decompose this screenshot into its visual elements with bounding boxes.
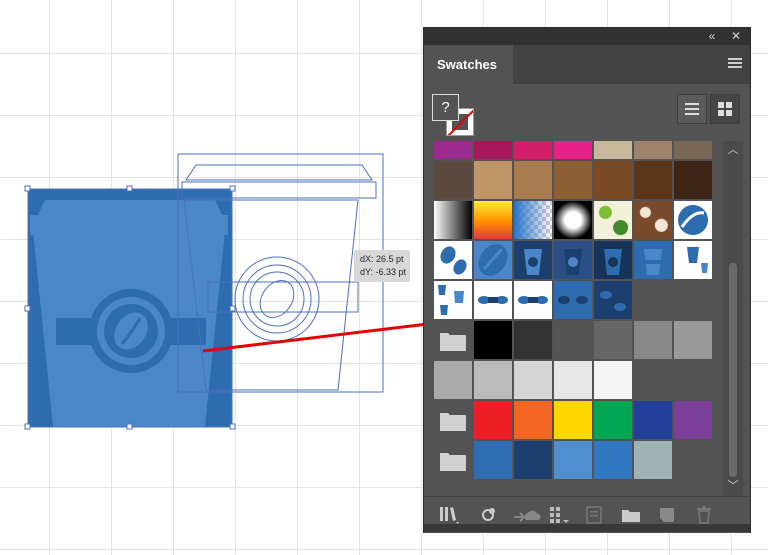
pattern-swatch-pattern-bean-navy[interactable]	[594, 281, 632, 319]
pattern-swatch-gradient-blue-check[interactable]	[514, 201, 552, 239]
pattern-swatch-cups-row[interactable]	[434, 281, 472, 319]
panel-tab-row: Swatches	[424, 45, 750, 84]
pattern-swatch-pattern-swirl[interactable]	[634, 201, 672, 239]
pattern-swatch-gradient-gray[interactable]	[434, 201, 472, 239]
swatch-gray[interactable]	[514, 321, 552, 359]
list-view-icon	[685, 103, 699, 115]
place-swatch-icon[interactable]	[478, 505, 500, 525]
collapse-panel-button[interactable]: «	[704, 29, 720, 43]
color-group-folder-icon[interactable]	[434, 401, 472, 439]
swatch-bright[interactable]	[594, 401, 632, 439]
swatch-options-icon[interactable]	[584, 505, 606, 525]
pattern-swatch-cup-blue[interactable]	[514, 241, 552, 279]
panel-horizontal-scroll[interactable]	[424, 524, 750, 532]
tab-swatches[interactable]: Swatches	[424, 45, 513, 84]
pattern-swatch-pattern-bean-blue[interactable]	[514, 281, 552, 319]
color-group-folder-icon[interactable]	[434, 441, 472, 479]
pattern-swatch-pattern-bean-blue[interactable]	[474, 281, 512, 319]
swatch-gray[interactable]	[554, 361, 592, 399]
scroll-thumb[interactable]	[729, 263, 737, 477]
pattern-swatch-cup-bean-dark[interactable]	[554, 241, 592, 279]
swatch-bright[interactable]	[514, 401, 552, 439]
fill-swatch[interactable]: ?	[432, 94, 459, 121]
pattern-swatch-gradient-orange[interactable]	[474, 201, 512, 239]
swatch-scrollbar[interactable]: ︿ ﹀	[723, 141, 743, 497]
pattern-swatch-cup-bean-light[interactable]	[634, 241, 672, 279]
swatch-gray[interactable]	[634, 321, 672, 359]
swatch-kind-icon[interactable]	[548, 505, 570, 525]
swatch-blue[interactable]	[634, 441, 672, 479]
panel-titlebar[interactable]: « ✕	[424, 28, 750, 45]
swatch-gray[interactable]	[474, 321, 512, 359]
fill-stroke-proxy[interactable]: ?	[432, 94, 476, 138]
swatch[interactable]	[434, 161, 472, 199]
delete-icon[interactable]	[694, 505, 716, 525]
library-icon[interactable]	[438, 505, 460, 525]
thumbnail-view-button[interactable]	[710, 94, 740, 124]
pattern-swatch-logo-bean[interactable]	[674, 201, 712, 239]
pattern-swatch-pattern-bean-dark[interactable]	[554, 281, 592, 319]
scroll-up-icon[interactable]: ︿	[723, 143, 743, 157]
swatch-gray[interactable]	[514, 361, 552, 399]
swatch-blue[interactable]	[594, 441, 632, 479]
swatch[interactable]	[634, 161, 672, 199]
swatch-gray[interactable]	[474, 361, 512, 399]
swatch[interactable]	[474, 161, 512, 199]
swatch[interactable]	[674, 161, 712, 199]
list-view-button[interactable]	[677, 94, 707, 124]
swatch-gray[interactable]	[434, 361, 472, 399]
swatch-gray[interactable]	[594, 361, 632, 399]
swatch-gray[interactable]	[554, 321, 592, 359]
swatch[interactable]	[554, 161, 592, 199]
swatch[interactable]	[474, 141, 512, 159]
swatch[interactable]	[434, 141, 472, 159]
selected-cup-artwork[interactable]	[28, 189, 232, 427]
swatch-blue[interactable]	[474, 441, 512, 479]
cloud-sync-icon[interactable]	[512, 505, 542, 525]
new-group-icon[interactable]	[620, 505, 642, 525]
swatch-gray[interactable]	[674, 321, 712, 359]
swatch[interactable]	[634, 141, 672, 159]
close-panel-button[interactable]: ✕	[728, 29, 744, 43]
pattern-swatch-bean-big[interactable]	[474, 241, 512, 279]
dy-readout: dY: -6.33 pt	[360, 267, 407, 277]
swatch-grid	[432, 141, 722, 497]
swatch[interactable]	[594, 161, 632, 199]
grid-view-icon	[718, 102, 732, 116]
pattern-swatch-pattern-leaves[interactable]	[594, 201, 632, 239]
swatch-blue[interactable]	[554, 441, 592, 479]
swatch-bright[interactable]	[554, 401, 592, 439]
swatch-bright[interactable]	[474, 401, 512, 439]
pattern-swatch-gradient-radial[interactable]	[554, 201, 592, 239]
swatch-blue[interactable]	[514, 441, 552, 479]
drag-offset-tooltip: dX: 26.5 pt dY: -6.33 pt	[354, 250, 410, 282]
swatch[interactable]	[674, 141, 712, 159]
new-swatch-icon[interactable]	[656, 505, 678, 525]
pattern-swatch-cup-bean[interactable]	[434, 241, 472, 279]
panel-menu-icon[interactable]	[728, 58, 742, 70]
swatch[interactable]	[514, 161, 552, 199]
scroll-down-icon[interactable]: ﹀	[723, 479, 743, 493]
swatch[interactable]	[554, 141, 592, 159]
pattern-swatch-cup-small-white[interactable]	[674, 241, 712, 279]
swatch[interactable]	[514, 141, 552, 159]
swatch-gray[interactable]	[594, 321, 632, 359]
swatch-bright[interactable]	[634, 401, 672, 439]
swatch[interactable]	[594, 141, 632, 159]
pattern-swatch-cup-dark[interactable]	[594, 241, 632, 279]
dx-readout: dX: 26.5 pt	[360, 254, 404, 264]
swatches-panel: « ✕ Swatches ? ︿ ﹀	[423, 27, 751, 533]
color-group-folder-icon[interactable]	[434, 321, 472, 359]
swatch-bright[interactable]	[674, 401, 712, 439]
